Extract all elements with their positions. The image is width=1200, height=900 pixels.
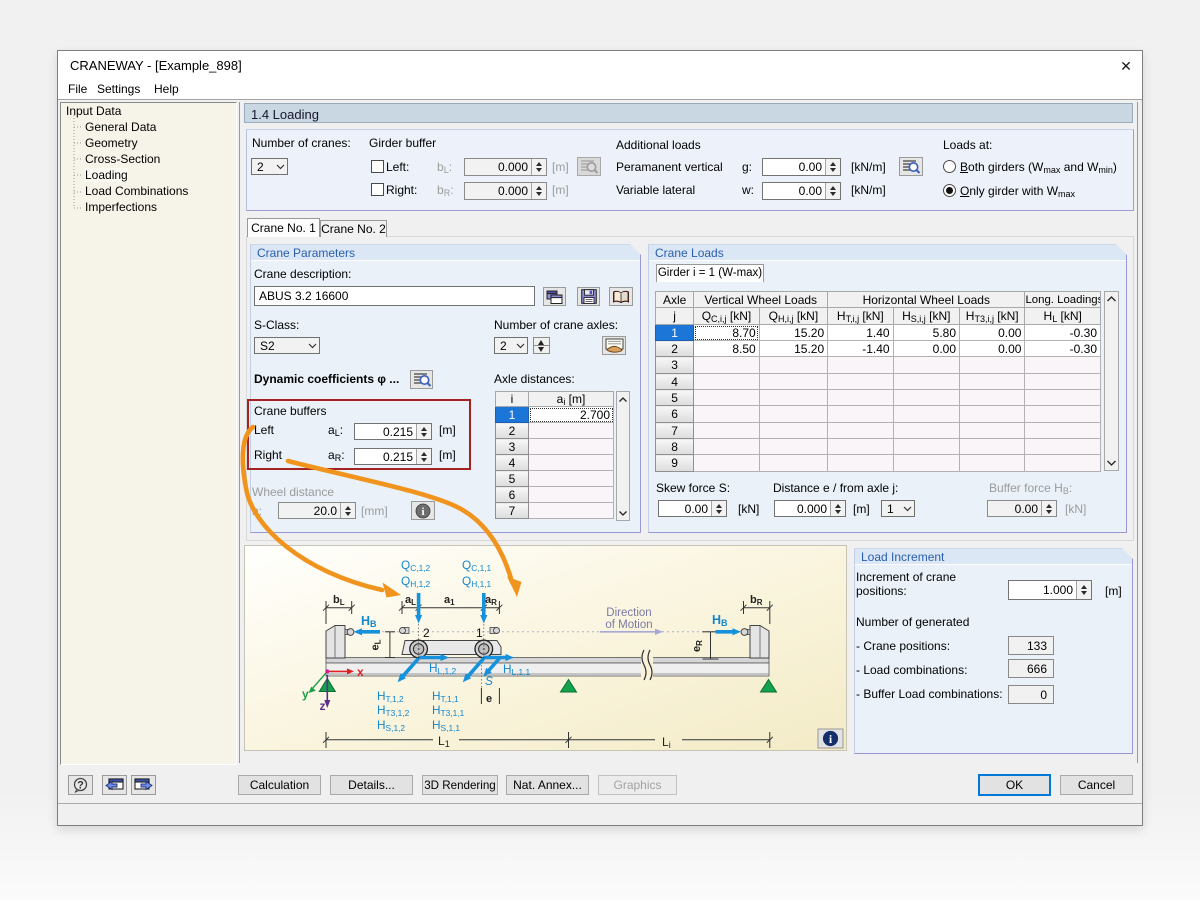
svg-text:i: i	[421, 506, 424, 518]
svg-text:1: 1	[476, 626, 483, 640]
svg-text:z: z	[320, 699, 326, 713]
svg-text:2: 2	[423, 626, 430, 640]
svg-text:?: ?	[77, 780, 84, 792]
svg-text:S: S	[485, 674, 493, 688]
svg-text:of Motion: of Motion	[605, 619, 652, 631]
svg-text:x: x	[357, 665, 364, 679]
svg-text:e: e	[486, 693, 492, 705]
svg-text:y: y	[302, 687, 309, 701]
svg-text:Direction: Direction	[606, 607, 651, 619]
